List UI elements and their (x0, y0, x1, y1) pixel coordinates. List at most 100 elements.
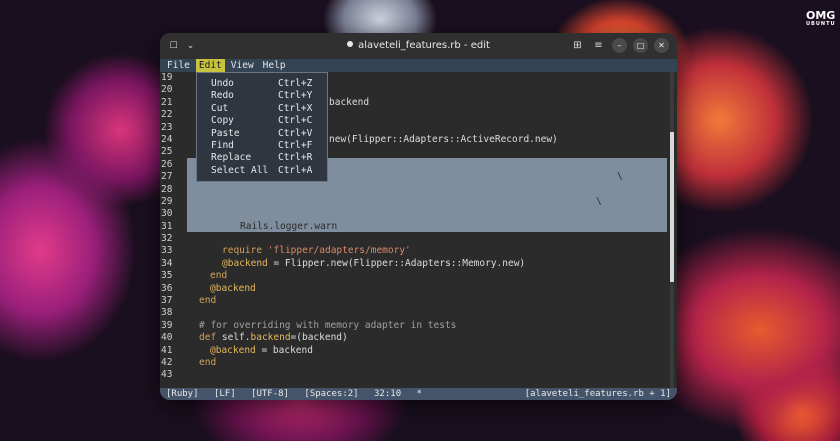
line-number: 28 (161, 183, 173, 195)
code-string: 'flipper/adapters/memory' (267, 245, 411, 257)
code-keyword: def (199, 332, 217, 344)
line-number: 19 (161, 72, 173, 83)
code-keyword: end (210, 270, 228, 282)
line-number: 41 (161, 344, 173, 356)
menu-item-shortcut: Ctrl+R (278, 152, 313, 164)
edit-menu-dropdown: Undo Ctrl+Z Redo Ctrl+Y Cut Ctrl+X Copy Ctrl… (196, 72, 328, 183)
line-number: 25 (161, 146, 173, 158)
line-number: 26 (161, 158, 173, 170)
menu-bar: File Edit View Help (160, 59, 677, 72)
code-text: = Flipper.new(Flipper::Adapters::Memory.… (267, 257, 526, 269)
menu-item-label: Paste (211, 127, 240, 139)
menu-file[interactable]: File (164, 59, 193, 72)
menu-item-label: Undo (211, 78, 234, 89)
menu-item-select-all[interactable]: Select All Ctrl+A (197, 165, 327, 177)
code-text: \ (617, 171, 623, 183)
menu-item-shortcut: Ctrl+A (278, 164, 313, 176)
status-indent: [Spaces:2] (304, 389, 359, 399)
code-text: end (222, 233, 240, 245)
status-bar: [Ruby] [LF] [UTF-8] [Spaces:2] 32:10 * [… (160, 388, 677, 400)
code-text: \ (596, 195, 602, 207)
logo-subtext: UBUNTU (806, 21, 836, 27)
code-variable: @backend (210, 344, 256, 356)
scrollbar[interactable] (670, 72, 674, 388)
code-keyword: end (199, 295, 217, 307)
code-line: 32 end (160, 233, 677, 245)
line-number: 27 (161, 171, 173, 183)
maximize-button[interactable]: □ (633, 38, 648, 53)
code-text: backend (329, 96, 370, 108)
line-number: 31 (161, 220, 173, 232)
line-number: 20 (161, 84, 173, 96)
menu-icon[interactable]: ≡ (591, 38, 606, 53)
menu-item-find[interactable]: Find Ctrl+F (197, 140, 327, 152)
line-number: 33 (161, 245, 173, 257)
line-number: 30 (161, 208, 173, 220)
menu-item-replace[interactable]: Replace Ctrl+R (197, 152, 327, 164)
menu-item-label: Find (211, 139, 234, 151)
code-line: 29 \ (160, 196, 677, 208)
code-line: 41 @backend = backend (160, 345, 677, 357)
menu-item-label: Copy (211, 115, 234, 127)
menu-item-cut[interactable]: Cut Ctrl+X (197, 103, 327, 115)
line-number: 24 (161, 133, 173, 145)
menu-item-shortcut: Ctrl+F (278, 139, 313, 151)
logo-text: OMG (806, 9, 836, 22)
menu-view[interactable]: View (228, 59, 257, 72)
menu-item-copy[interactable]: Copy Ctrl+C (197, 115, 327, 127)
menu-item-shortcut: Ctrl+Y (278, 90, 313, 102)
code-text: Rails.logger.warn (240, 220, 338, 232)
code-line: 31 Rails.logger.warn (160, 221, 677, 233)
status-file: [alaveteli_features.rb + 1] (524, 389, 671, 399)
menu-item-label: Replace (211, 152, 252, 164)
line-number: 43 (161, 369, 173, 381)
code-text: = backend (255, 344, 313, 356)
code-line: 38 (160, 307, 677, 319)
code-variable: @backend (210, 282, 256, 294)
status-encoding: [UTF-8] (251, 389, 289, 399)
line-number: 32 (161, 233, 173, 245)
line-number: 35 (161, 270, 173, 282)
menu-item-redo[interactable]: Redo Ctrl+Y (197, 90, 327, 102)
code-line: 40 def self.backend=(backend) (160, 332, 677, 344)
code-comment: # for overriding with memory adapter in … (199, 319, 457, 331)
code-line: 30 (160, 208, 677, 220)
status-modified: * (416, 389, 422, 399)
terminal-editor[interactable]: File Edit View Help 19 20 21 backend 22 2… (160, 59, 677, 400)
menu-item-undo[interactable]: Undo Ctrl+Z (197, 78, 327, 90)
code-line: 39 # for overriding with memory adapter i… (160, 320, 677, 332)
status-line-ending: [LF] (213, 389, 236, 399)
code-line: 34 @backend = Flipper.new(Flipper::Adapte… (160, 258, 677, 270)
title-bar: ☐ ⌄ alaveteli_features.rb - edit ⊞ ≡ – □… (160, 33, 677, 59)
scrollbar-thumb[interactable] (670, 132, 674, 282)
line-number: 38 (161, 307, 173, 319)
code-keyword: require (222, 245, 263, 257)
omg-ubuntu-logo: OMG UBUNTU (806, 9, 836, 27)
code-function: backend (250, 332, 291, 344)
line-number: 22 (161, 109, 173, 121)
menu-item-label: Select All (211, 164, 269, 176)
grid-view-icon[interactable]: ⊞ (570, 38, 585, 53)
line-number: 21 (161, 96, 173, 108)
menu-item-paste[interactable]: Paste Ctrl+V (197, 128, 327, 140)
unsaved-dot-icon (347, 41, 354, 47)
code-line: 36 @backend (160, 283, 677, 295)
code-line: 35 end (160, 270, 677, 282)
menu-help[interactable]: Help (260, 59, 289, 72)
menu-item-shortcut: Ctrl+C (278, 115, 313, 127)
minimize-button[interactable]: – (612, 38, 627, 53)
editor-window: ☐ ⌄ alaveteli_features.rb - edit ⊞ ≡ – □… (160, 33, 677, 400)
status-cursor-position: 32:10 (374, 389, 402, 399)
line-number: 39 (161, 319, 173, 331)
menu-item-shortcut: Ctrl+Z (278, 78, 313, 89)
line-number: 42 (161, 356, 173, 368)
code-text: new(Flipper::Adapters::ActiveRecord.new) (329, 133, 558, 145)
line-number: 23 (161, 121, 173, 133)
menu-edit[interactable]: Edit (195, 59, 225, 72)
menu-item-shortcut: Ctrl+X (278, 102, 313, 114)
code-line: 28 (160, 184, 677, 196)
menu-item-label: Cut (211, 102, 229, 114)
line-number: 34 (161, 257, 173, 269)
close-button[interactable]: ✕ (654, 38, 669, 53)
code-line: 42 end (160, 357, 677, 369)
